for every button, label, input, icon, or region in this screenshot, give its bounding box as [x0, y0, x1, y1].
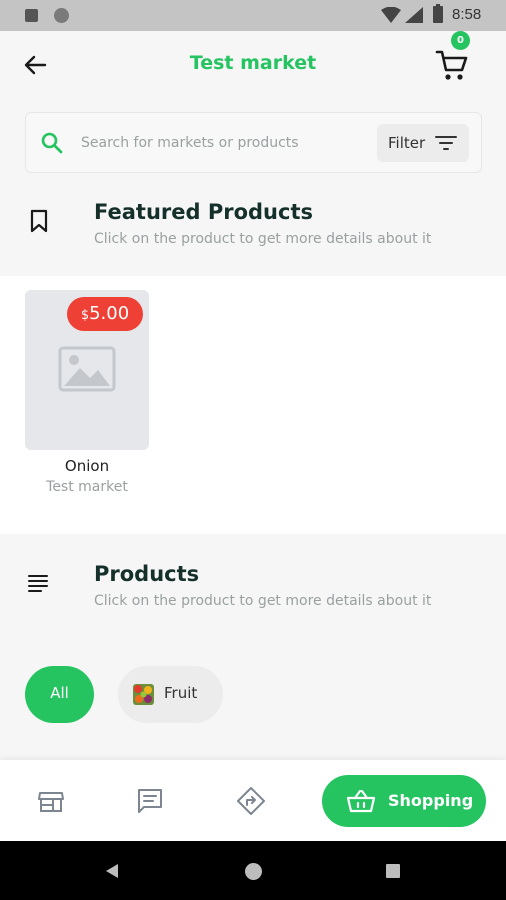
products-section-header: Products Click on the product to get mor…: [0, 560, 506, 630]
price-currency: $: [80, 308, 90, 323]
bookmark-icon: [30, 209, 48, 233]
notification-square-icon: [25, 9, 38, 22]
product-name: Onion: [64, 457, 110, 475]
system-navigation-bar: [0, 841, 506, 900]
fruit-thumbnail-icon: [133, 684, 154, 705]
chat-icon[interactable]: [135, 786, 165, 816]
cart-icon[interactable]: [434, 48, 472, 84]
list-icon: [28, 575, 48, 592]
system-back-icon[interactable]: [106, 864, 118, 878]
category-chip-label: All: [50, 684, 69, 702]
notification-circle-icon: [54, 8, 69, 23]
category-chip-label: Fruit: [164, 684, 198, 702]
filter-label: Filter: [388, 134, 426, 152]
image-placeholder-icon: [58, 346, 116, 392]
price-value: 5.00: [89, 303, 130, 324]
cart-count-badge: 0: [451, 31, 470, 50]
bottom-navigation: Shopping: [0, 760, 506, 841]
category-chip-all[interactable]: All: [25, 666, 94, 723]
category-chip-fruit[interactable]: Fruit: [118, 666, 223, 723]
wifi-icon: [381, 7, 401, 23]
signal-icon: [405, 7, 423, 23]
product-market: Test market: [46, 479, 128, 495]
system-home-icon[interactable]: [245, 863, 262, 880]
basket-icon: [346, 789, 376, 813]
search-input[interactable]: [81, 130, 361, 156]
products-subtitle: Click on the product to get more details…: [94, 593, 432, 609]
featured-title: Featured Products: [94, 200, 313, 224]
featured-subtitle: Click on the product to get more details…: [94, 231, 432, 247]
products-title: Products: [94, 562, 200, 586]
featured-section-header: Featured Products Click on the product t…: [0, 198, 506, 268]
store-icon[interactable]: [36, 786, 66, 816]
search-icon: [41, 132, 63, 154]
product-card[interactable]: $5.00 Onion Test market: [25, 290, 149, 500]
filter-icon: [435, 136, 457, 150]
directions-icon[interactable]: [236, 786, 266, 816]
status-bar: 8:58: [0, 0, 506, 31]
app-bar: Test market: [0, 31, 506, 101]
filter-button[interactable]: Filter: [377, 124, 469, 162]
page-title: Test market: [189, 52, 317, 74]
shopping-button[interactable]: Shopping: [322, 775, 486, 827]
search-bar: Filter: [25, 112, 482, 173]
battery-icon: [433, 4, 443, 23]
shopping-label: Shopping: [388, 791, 474, 810]
price-badge: $5.00: [67, 297, 143, 331]
system-recents-icon[interactable]: [386, 864, 400, 878]
status-time: 8:58: [452, 6, 482, 23]
